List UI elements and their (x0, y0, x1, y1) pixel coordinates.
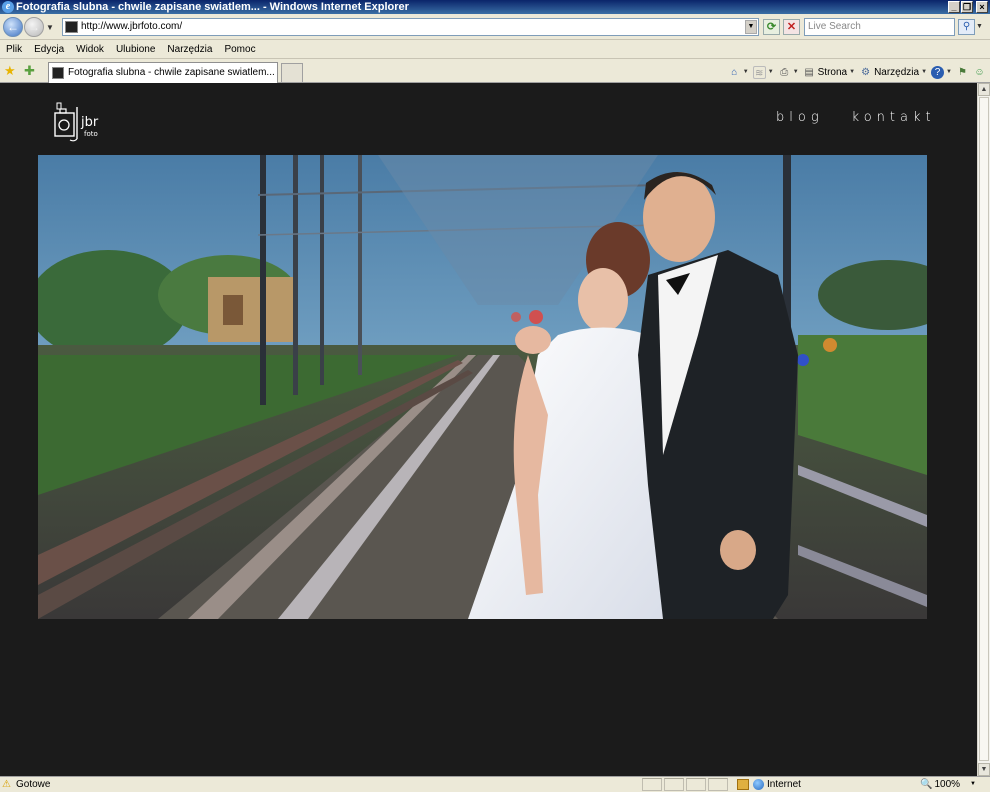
close-button[interactable]: × (976, 1, 988, 13)
stop-button[interactable]: ✕ (783, 19, 800, 35)
research-button[interactable]: ⚑ (956, 66, 969, 79)
tools-menu-label: Narzędzia (874, 66, 920, 78)
printer-icon: ⎙ (780, 66, 789, 78)
search-go-button[interactable]: ⚲ (958, 19, 975, 35)
page-menu-label: Strona (817, 66, 848, 78)
research-icon: ⚑ (958, 66, 967, 78)
status-panes (642, 778, 728, 791)
zoom-icon: 🔍 (920, 779, 933, 790)
new-tab-button[interactable] (281, 63, 303, 82)
tab-bar: ★ ✚ Fotografia slubna - chwile zapisane … (0, 60, 990, 83)
home-icon: ⌂ (731, 66, 738, 78)
tab-favicon-icon (52, 67, 64, 79)
status-bar: ⚠ Gotowe Internet 🔍 100% ▼ (0, 776, 990, 792)
help-icon: ? (931, 65, 945, 79)
print-button[interactable]: ⎙ ▼ (778, 66, 798, 79)
forward-button[interactable]: → (24, 17, 44, 37)
address-bar[interactable]: http://www.jbrfoto.com/ ▼ (62, 18, 759, 36)
site-navigation: blog kontakt (776, 110, 936, 125)
window-controls: _ ❐ × (948, 1, 988, 13)
hero-wedding-photo (38, 155, 927, 619)
command-bar: ⌂ ▼ ≋ ▼ ⎙ ▼ ▤ Strona ▼ ⚙ Narzędzia ▼ ? ▼ ⚑ ☺ (728, 63, 986, 81)
warning-icon: ⚠ (2, 779, 11, 790)
add-favorites-icon[interactable]: ✚ (24, 64, 35, 77)
favorites-star-icon[interactable]: ★ (4, 64, 16, 77)
tab-title: Fotografia slubna - chwile zapisane swia… (68, 67, 275, 78)
security-zone-label: Internet (767, 779, 801, 790)
zoom-level: 100% (934, 779, 961, 790)
scroll-up-button[interactable]: ▲ (978, 83, 990, 96)
status-pane (686, 778, 706, 791)
nav-contact-link[interactable]: kontakt (852, 110, 936, 125)
zoom-control[interactable]: 🔍 100% ▼ (920, 777, 976, 792)
protected-mode-icon[interactable] (737, 779, 749, 790)
address-dropdown-icon[interactable]: ▼ (745, 20, 757, 34)
menu-favorites[interactable]: Ulubione (110, 41, 161, 58)
back-button[interactable]: ← (3, 17, 23, 37)
search-options-dropdown-icon[interactable]: ▼ (976, 19, 986, 35)
security-zone[interactable]: Internet (753, 777, 801, 792)
site-logo[interactable]: jbr foto (53, 101, 113, 143)
gear-icon: ⚙ (861, 66, 871, 78)
vertical-scrollbar[interactable]: ▲ ▼ (977, 83, 990, 776)
scroll-down-button[interactable]: ▼ (978, 763, 990, 776)
address-toolbar: ← → ▼ http://www.jbrfoto.com/ ▼ ⟳ ✕ Live… (0, 14, 990, 40)
svg-text:jbr: jbr (80, 115, 99, 130)
globe-icon (753, 779, 764, 790)
page-viewport[interactable]: jbr foto blog kontakt (0, 83, 977, 776)
menu-edit[interactable]: Edycja (28, 41, 70, 58)
menu-view[interactable]: Widok (70, 41, 110, 58)
svg-text:foto: foto (84, 130, 98, 138)
window-title: Fotografia slubna - chwile zapisane swia… (16, 1, 409, 13)
page-menu-button[interactable]: ▤ Strona ▼ (803, 66, 855, 79)
jbr-camera-logo-icon: jbr foto (54, 102, 99, 142)
home-button[interactable]: ⌂ ▼ (728, 66, 748, 79)
status-pane (664, 778, 684, 791)
messenger-button[interactable]: ☺ (973, 66, 986, 79)
tab-active[interactable]: Fotografia slubna - chwile zapisane swia… (48, 62, 278, 83)
page-icon: ▤ (804, 66, 814, 78)
menu-file[interactable]: Plik (0, 41, 28, 58)
tools-menu-button[interactable]: ⚙ Narzędzia ▼ (859, 66, 927, 79)
messenger-icon: ☺ (974, 66, 985, 78)
scroll-thumb[interactable] (979, 97, 989, 761)
help-button[interactable]: ? ▼ (931, 65, 952, 79)
address-url[interactable]: http://www.jbrfoto.com/ (81, 20, 182, 34)
ie-logo-icon: e (2, 1, 14, 13)
zoom-dropdown-icon: ▼ (970, 781, 976, 787)
menu-bar: Plik Edycja Widok Ulubione Narzędzia Pom… (0, 41, 990, 59)
feeds-button[interactable]: ≋ ▼ (752, 65, 774, 79)
status-text: Gotowe (16, 779, 51, 790)
wedding-couple-on-railway-image (38, 155, 927, 619)
window-title-bar[interactable]: e Fotografia slubna - chwile zapisane sw… (0, 0, 990, 14)
menu-tools[interactable]: Narzędzia (161, 41, 218, 58)
minimize-button[interactable]: _ (948, 1, 960, 13)
history-dropdown-icon[interactable]: ▼ (46, 23, 54, 32)
site-favicon-icon (65, 21, 78, 33)
menu-help[interactable]: Pomoc (218, 41, 261, 58)
nav-blog-link[interactable]: blog (776, 110, 824, 125)
restore-button[interactable]: ❐ (961, 1, 973, 13)
status-pane (642, 778, 662, 791)
search-input[interactable]: Live Search (804, 18, 955, 36)
status-pane (708, 778, 728, 791)
refresh-button[interactable]: ⟳ (763, 19, 780, 35)
rss-icon: ≋ (752, 65, 766, 79)
